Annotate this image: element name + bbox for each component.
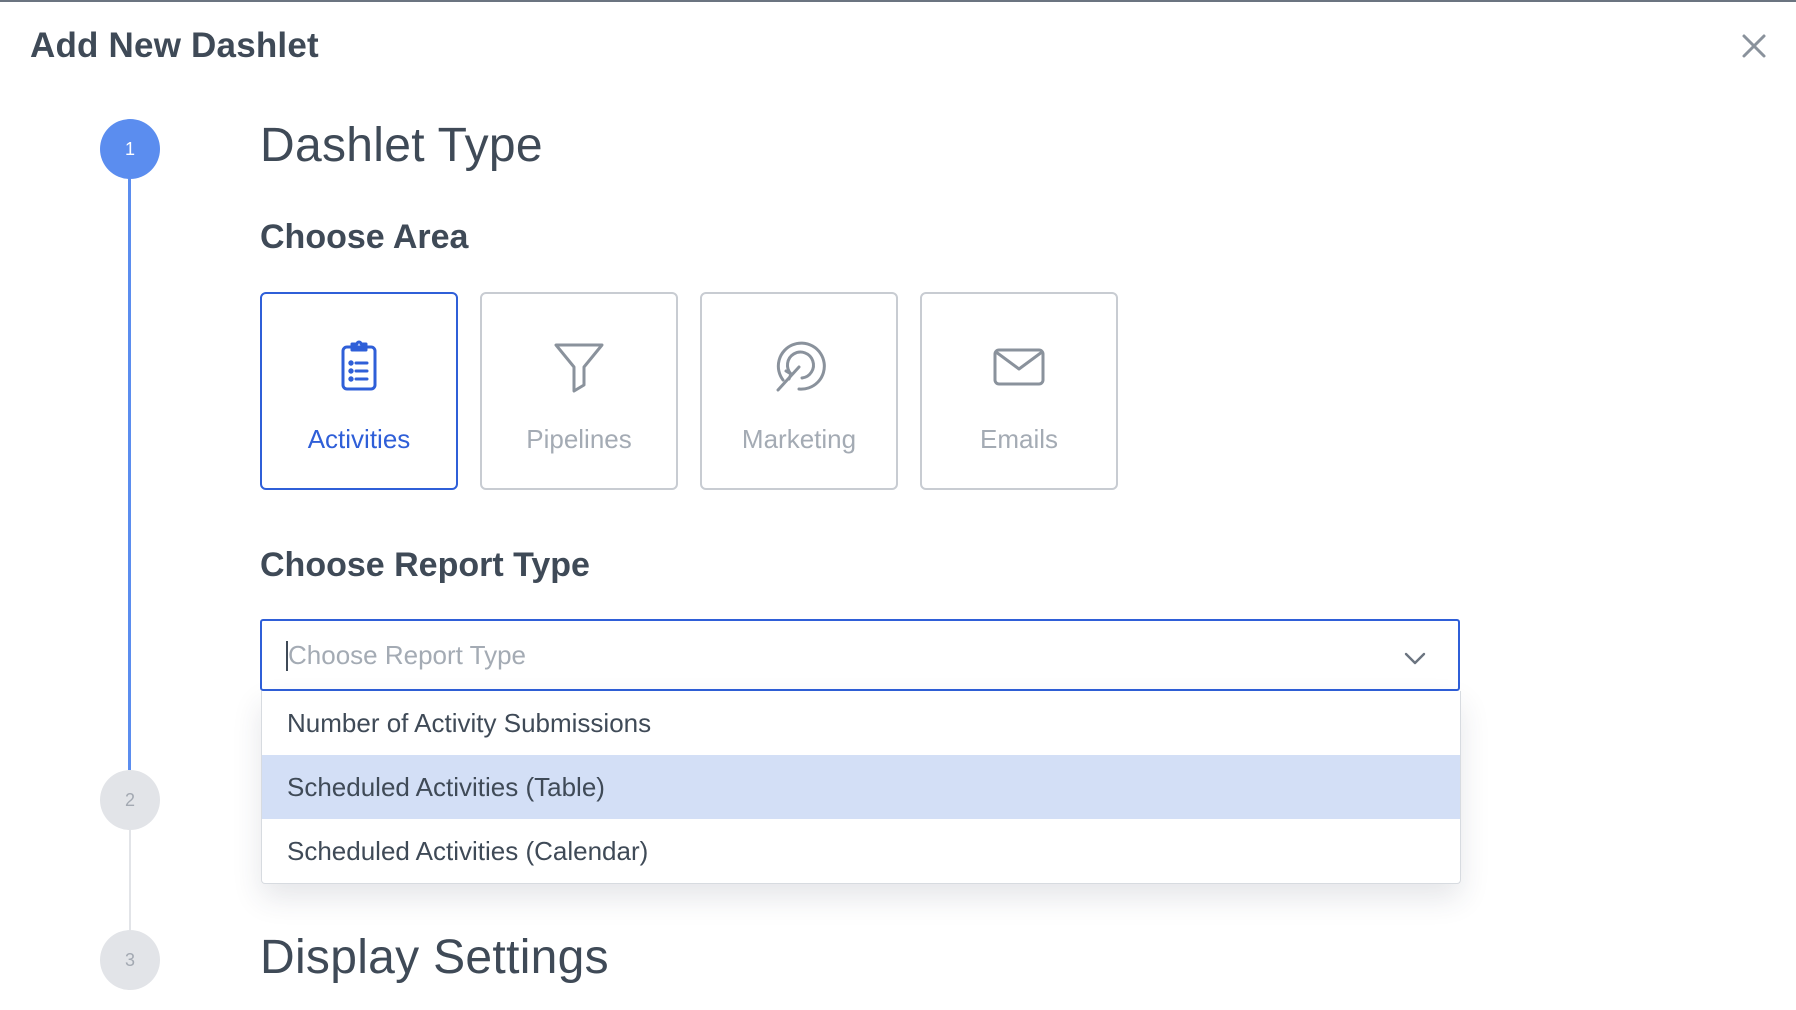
step-1-indicator: 1 [100, 119, 160, 179]
report-type-dropdown-menu: Number of Activity Submissions Scheduled… [261, 691, 1461, 884]
modal-title: Add New Dashlet [30, 26, 319, 65]
step-2-indicator: 2 [100, 770, 160, 830]
area-card-label: Activities [307, 424, 411, 454]
close-icon [1732, 34, 1776, 72]
stepper-line-inactive [129, 830, 131, 930]
close-button[interactable] [1732, 24, 1776, 68]
envelope-icon [989, 336, 1049, 396]
choose-area-heading: Choose Area [260, 218, 469, 256]
area-card-label: Emails [979, 424, 1058, 454]
area-card-marketing[interactable]: Marketing [700, 292, 898, 490]
stepper-line-active [128, 179, 131, 770]
choose-report-type-heading: Choose Report Type [260, 546, 590, 584]
area-card-activities[interactable]: Activities [260, 292, 458, 490]
report-type-placeholder: Choose Report Type [288, 640, 526, 670]
section-title-dashlet-type: Dashlet Type [260, 119, 543, 172]
area-card-label: Pipelines [526, 424, 632, 454]
clipboard-list-icon [329, 336, 389, 396]
target-arrow-icon [769, 336, 829, 396]
area-card-pipelines[interactable]: Pipelines [480, 292, 678, 490]
step-3-indicator: 3 [100, 930, 160, 990]
chevron-down-icon[interactable] [1402, 645, 1428, 671]
dropdown-option-highlighted[interactable]: Scheduled Activities (Table) [262, 755, 1460, 819]
section-title-display-settings: Display Settings [260, 931, 609, 984]
add-dashlet-modal: Add New Dashlet 1 2 3 Dashlet Type Choos… [0, 0, 1796, 1010]
dropdown-option[interactable]: Scheduled Activities (Calendar) [262, 819, 1460, 883]
area-card-label: Marketing [741, 424, 857, 454]
report-type-select[interactable]: Choose Report Type [260, 619, 1460, 691]
funnel-icon [549, 336, 609, 396]
area-card-emails[interactable]: Emails [920, 292, 1118, 490]
dropdown-option[interactable]: Number of Activity Submissions [262, 691, 1460, 755]
